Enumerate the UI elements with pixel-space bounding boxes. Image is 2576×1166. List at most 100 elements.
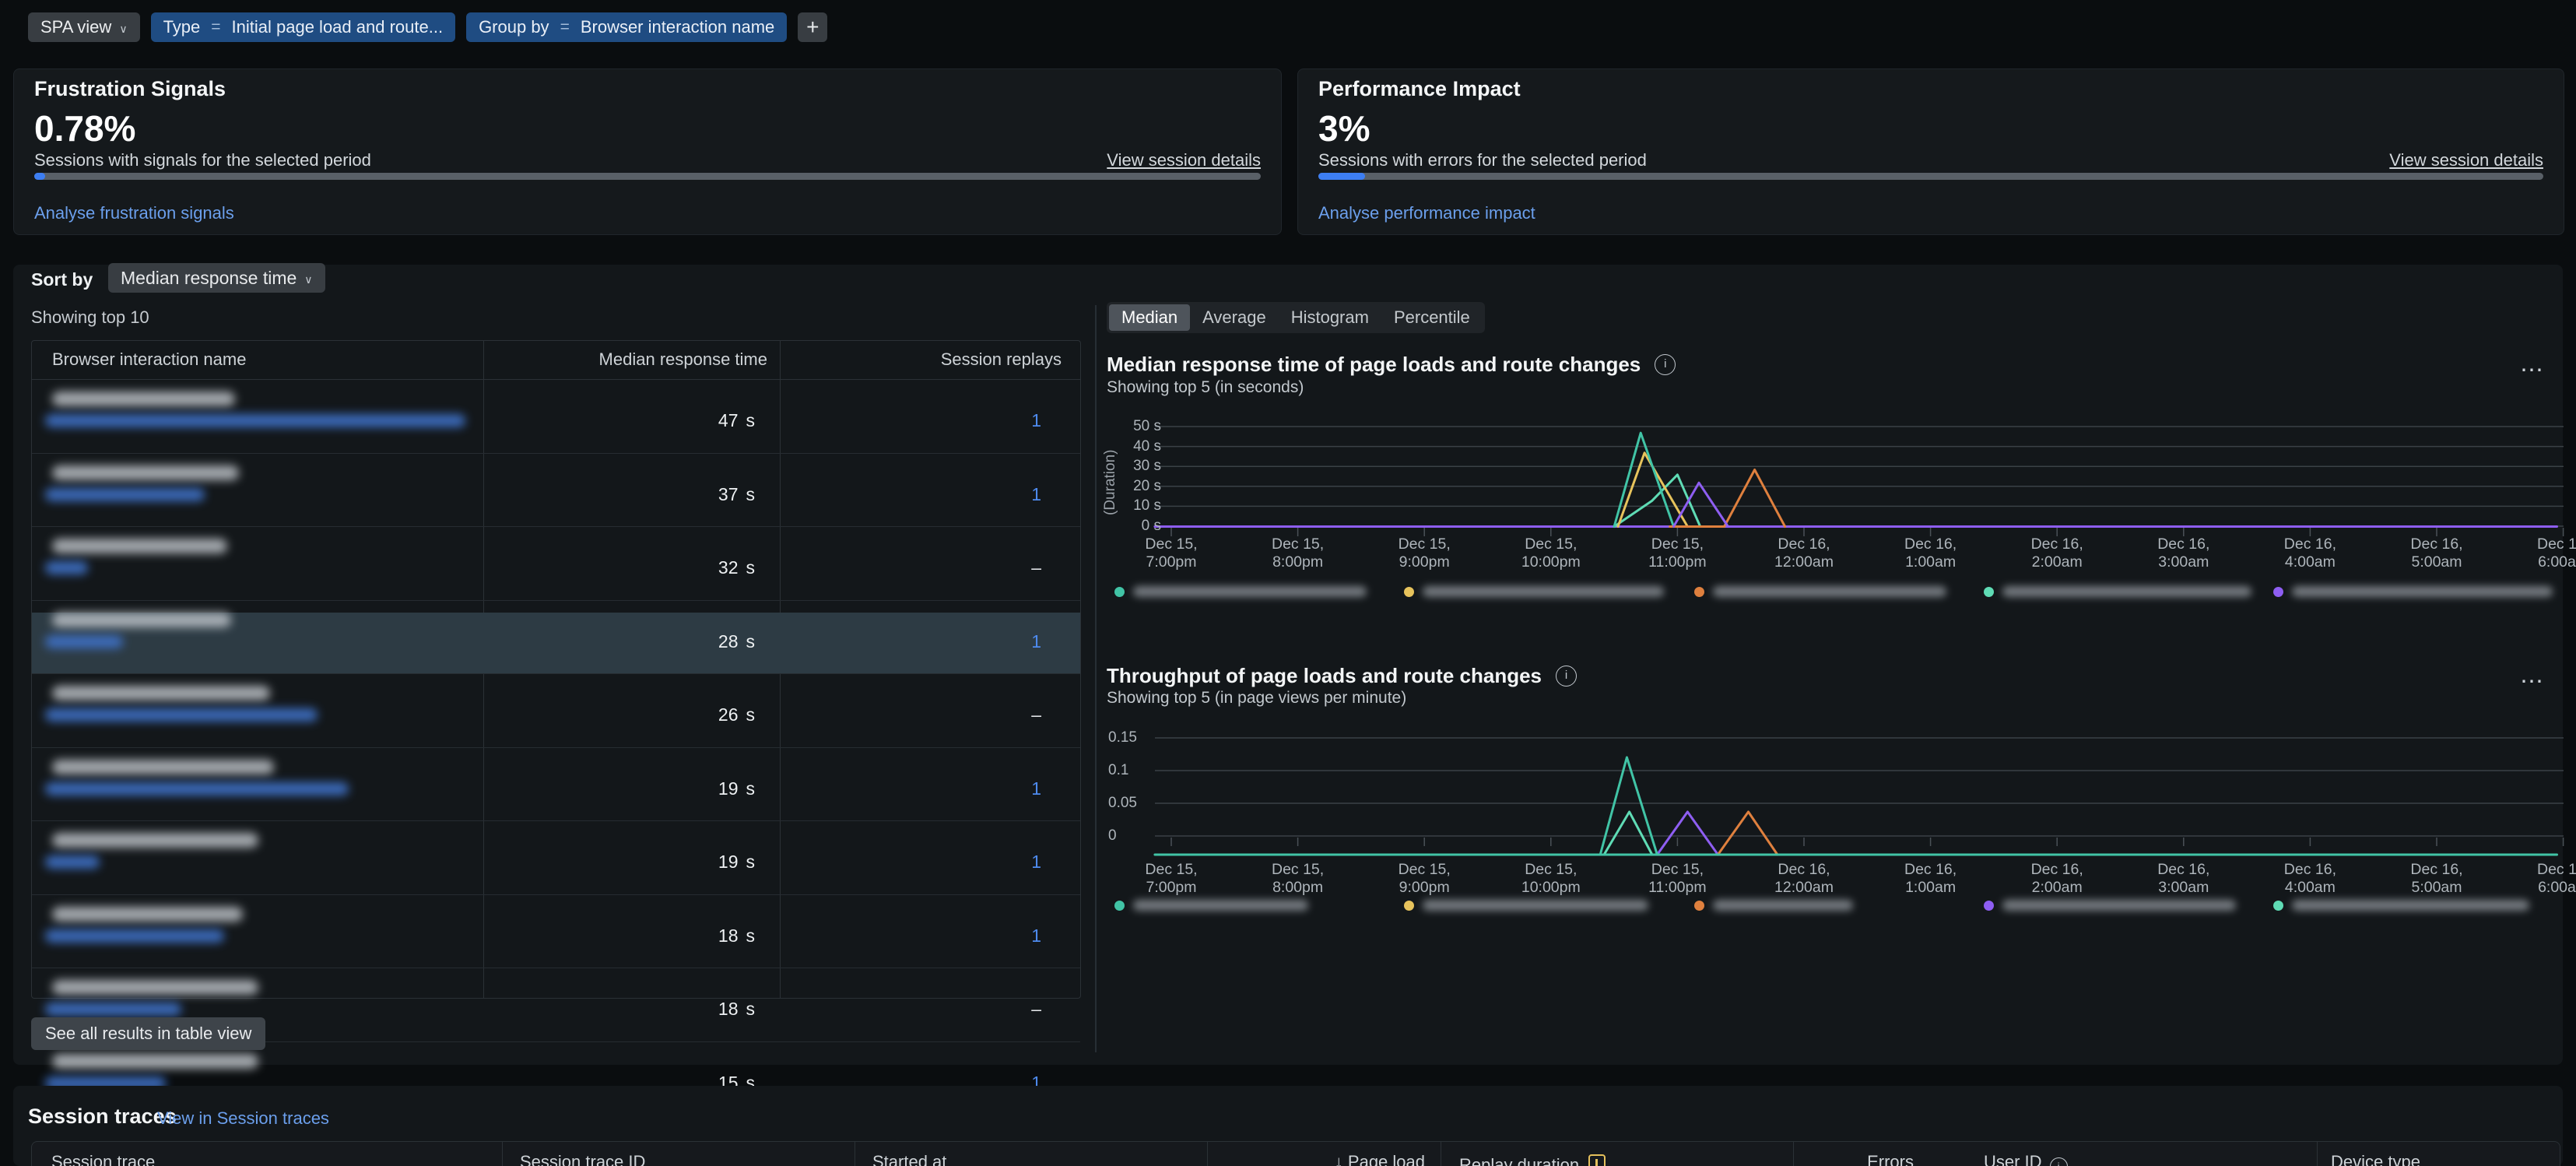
cell-median-response: 47s — [483, 410, 755, 431]
redacted-url-text — [45, 782, 349, 795]
card-description: Sessions with errors for the selected pe… — [1318, 149, 1647, 171]
legend-item[interactable] — [1404, 900, 1648, 911]
median-value: 26 — [718, 704, 739, 725]
x-label-date: Dec 15, — [1125, 536, 1218, 553]
y-axis-tick-label: 0 s — [1113, 517, 1161, 536]
sort-by-value: Median response time — [121, 268, 297, 289]
legend-item[interactable] — [2273, 900, 2529, 911]
table-row[interactable]: 26s– — [32, 686, 1080, 748]
y-axis-tick-label: 0.1 — [1108, 761, 1156, 780]
view-session-details-link[interactable]: View session details — [2389, 149, 2543, 171]
table-row[interactable]: 28s1 — [32, 613, 1080, 675]
add-filter-button[interactable]: + — [798, 12, 827, 42]
view-session-details-link[interactable]: View session details — [1107, 149, 1261, 171]
x-axis-tick-label: Dec 16,12:00am — [1757, 536, 1851, 571]
filter-chip-type[interactable]: Type = Initial page load and route... — [151, 12, 456, 42]
x-label-date: Dec 16, — [2263, 536, 2357, 553]
x-label-time: 12:00am — [1757, 879, 1851, 897]
x-axis-tick-label: Dec 16,5:00am — [2390, 861, 2483, 897]
analyse-performance-link[interactable]: Analyse performance impact — [1318, 202, 1535, 224]
dashboard-page: SPA view ∨ Type = Initial page load and … — [0, 0, 2576, 1166]
legend-item[interactable] — [1694, 900, 1853, 911]
preview-badge-icon — [1588, 1154, 1606, 1166]
x-axis-tick-label: Dec 16,4:00am — [2263, 861, 2357, 897]
x-axis-tick-label: Dec 16,1:00am — [1884, 536, 1978, 571]
legend-dot-icon — [1114, 901, 1125, 911]
sort-by-dropdown[interactable]: Median response time ∨ — [108, 263, 325, 293]
legend-item[interactable] — [1114, 900, 1308, 911]
session-replay-link[interactable]: 1 — [1031, 925, 1041, 946]
info-icon: i — [2050, 1157, 2068, 1166]
x-label-time: 5:00am — [2390, 879, 2483, 897]
tab-median[interactable]: Median — [1109, 304, 1190, 331]
panel-divider — [1095, 305, 1097, 1052]
median-value: 19 — [718, 852, 739, 872]
filter-bar: SPA view ∨ Type = Initial page load and … — [28, 12, 827, 42]
table-row[interactable]: 32s– — [32, 539, 1080, 601]
x-label-date: Dec 15, — [1377, 861, 1471, 879]
session-replay-link[interactable]: 1 — [1031, 410, 1041, 430]
legend-item[interactable] — [1114, 586, 1367, 597]
table-row[interactable]: 19s1 — [32, 760, 1080, 822]
session-replay-link[interactable]: 1 — [1031, 778, 1041, 799]
session-replay-link[interactable]: 1 — [1031, 852, 1041, 872]
st-column-session-trace[interactable]: Session trace — [51, 1152, 155, 1166]
session-replay-link[interactable]: 1 — [1031, 484, 1041, 504]
frustration-signals-card: Frustration Signals 0.78% Sessions with … — [13, 68, 1282, 235]
no-replay-dash: – — [1031, 999, 1041, 1019]
st-column-replay-duration[interactable]: Replay duration — [1459, 1152, 1606, 1166]
x-label-time: 2:00am — [2010, 879, 2104, 897]
median-value: 18 — [718, 999, 739, 1019]
x-label-time: 8:00pm — [1251, 553, 1345, 571]
st-column-errors[interactable]: Errors — [1758, 1152, 1914, 1166]
st-column-label: User ID — [1984, 1152, 2042, 1166]
tab-histogram[interactable]: Histogram — [1279, 304, 1381, 331]
x-label-date: Dec 15, — [1125, 861, 1218, 879]
table-row[interactable]: 18s1 — [32, 907, 1080, 969]
x-label-time: 11:00pm — [1630, 553, 1724, 571]
analyse-frustration-link[interactable]: Analyse frustration signals — [34, 202, 234, 224]
cell-session-replays: 1 — [780, 778, 1041, 799]
view-selector[interactable]: SPA view ∨ — [28, 12, 140, 42]
st-column-label: Page load — [1348, 1152, 1425, 1166]
st-column-user-id[interactable]: User ID i — [1984, 1152, 2068, 1166]
legend-dot-icon — [1984, 587, 1994, 597]
st-column-page-load[interactable]: ↓ Page load — [1223, 1152, 1425, 1166]
see-all-results-button[interactable]: See all results in table view — [31, 1017, 265, 1050]
redacted-legend-text — [2002, 900, 2236, 911]
column-header-replays[interactable]: Session replays — [780, 349, 1062, 370]
legend-item[interactable] — [1694, 586, 1946, 597]
legend-dot-icon — [1694, 587, 1704, 597]
redacted-name-text — [52, 760, 274, 774]
session-replay-link[interactable]: 1 — [1031, 631, 1041, 651]
median-chart-subtitle: Showing top 5 (in seconds) — [1107, 378, 1304, 397]
chevron-down-icon: ∨ — [304, 273, 312, 286]
legend-item[interactable] — [1984, 900, 2236, 911]
info-icon[interactable]: i — [1655, 354, 1676, 375]
chart-menu-ellipsis-icon[interactable]: ⋯ — [2520, 674, 2546, 690]
legend-item[interactable] — [2273, 586, 2553, 597]
legend-dot-icon — [1984, 901, 1994, 911]
info-icon[interactable]: i — [1556, 666, 1577, 687]
legend-item[interactable] — [1404, 586, 1664, 597]
filter-chip-groupby[interactable]: Group by = Browser interaction name — [466, 12, 787, 42]
st-column-device-type[interactable]: Device type — [2331, 1152, 2420, 1166]
tab-average[interactable]: Average — [1190, 304, 1279, 331]
st-column-started-at[interactable]: Started at — [872, 1152, 946, 1166]
table-row[interactable]: 37s1 — [32, 465, 1080, 528]
column-header-median[interactable]: Median response time — [483, 349, 767, 370]
view-in-session-traces-link[interactable]: View in Session traces — [157, 1108, 329, 1129]
tab-percentile[interactable]: Percentile — [1381, 304, 1483, 331]
redacted-url-text — [45, 561, 88, 574]
throughput-chart[interactable] — [1107, 729, 2570, 873]
legend-item[interactable] — [1984, 586, 2251, 597]
median-response-chart[interactable] — [1107, 419, 2570, 543]
table-row[interactable]: 19s1 — [32, 833, 1080, 895]
chart-menu-ellipsis-icon[interactable]: ⋯ — [2520, 363, 2546, 378]
median-unit: s — [746, 925, 756, 946]
table-row[interactable]: 47s 1 — [32, 392, 1080, 454]
st-column-session-trace-id[interactable]: Session trace ID — [520, 1152, 645, 1166]
metric-tabs: Median Average Histogram Percentile — [1107, 302, 1485, 333]
column-header-name[interactable]: Browser interaction name — [52, 349, 246, 370]
column-separator — [502, 1142, 503, 1166]
